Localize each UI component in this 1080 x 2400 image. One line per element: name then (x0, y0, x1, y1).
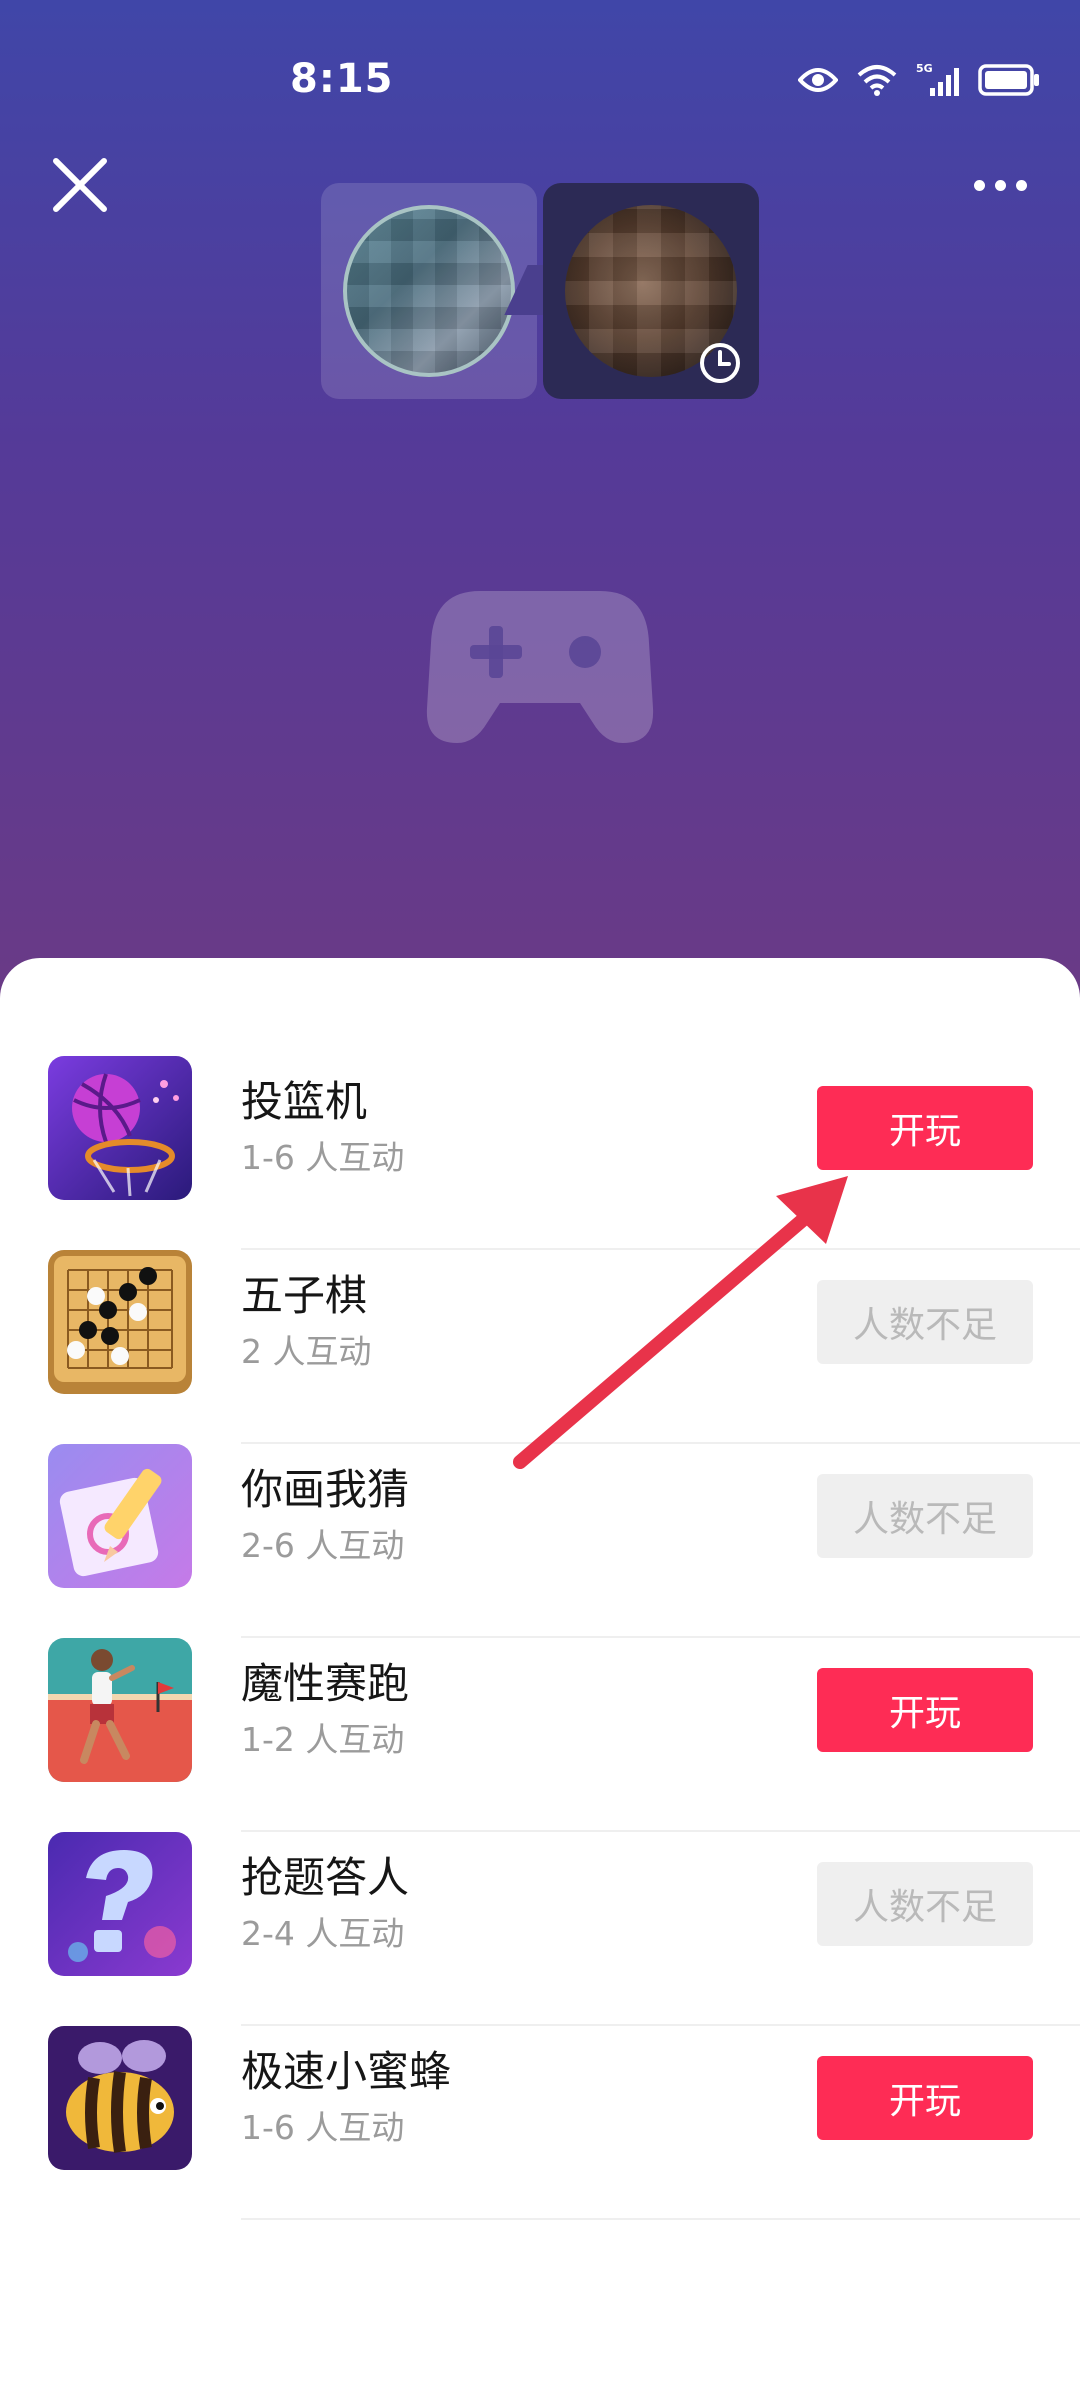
basketball-icon (48, 1056, 192, 1200)
more-button[interactable] (960, 165, 1040, 205)
list-item: 抢题答人 2-4 人互动 人数不足 (0, 1832, 1080, 2026)
battery-icon (978, 64, 1040, 96)
game-players: 1-6 人互动 (241, 2108, 405, 2147)
game-players: 1-6 人互动 (241, 1138, 405, 1177)
more-dot (994, 179, 1006, 191)
participant-avatar-self[interactable] (321, 183, 537, 399)
signal-5g-icon: 5G (916, 62, 960, 98)
gomoku-board-icon (48, 1250, 192, 1394)
list-item: 五子棋 2 人互动 人数不足 (0, 1250, 1080, 1444)
bee-icon (48, 2026, 192, 2170)
more-dot (973, 179, 985, 191)
wifi-icon (856, 63, 898, 97)
play-button[interactable]: 开玩 (817, 2056, 1033, 2140)
pencil-drawing-icon (48, 1444, 192, 1588)
more-dot (1015, 179, 1027, 191)
question-mark-icon (48, 1832, 192, 1976)
list-item: 你画我猜 2-6 人互动 人数不足 (0, 1444, 1080, 1638)
gamepad-icon (425, 583, 655, 748)
insufficient-players-button[interactable]: 人数不足 (817, 1474, 1033, 1558)
close-button[interactable] (50, 155, 110, 215)
game-players: 2 人互动 (241, 1332, 372, 1371)
play-button[interactable]: 开玩 (817, 1086, 1033, 1170)
game-name: 投篮机 (241, 1077, 368, 1126)
clock-icon (697, 340, 743, 386)
game-name: 魔性赛跑 (241, 1659, 410, 1708)
game-name: 抢题答人 (241, 1853, 410, 1902)
game-players: 2-6 人互动 (241, 1526, 405, 1565)
insufficient-players-button[interactable]: 人数不足 (817, 1280, 1033, 1364)
game-list-sheet: 投篮机 1-6 人互动 开玩 五子棋 2 人互动 人数不足 你画我猜 2-6 人… (0, 958, 1080, 2400)
list-item: 极速小蜜蜂 1-6 人互动 开玩 (0, 2026, 1080, 2220)
call-background: 8:15 5G (0, 0, 1080, 1000)
insufficient-players-button[interactable]: 人数不足 (817, 1862, 1033, 1946)
status-time: 8:15 (290, 56, 394, 102)
game-name: 五子棋 (241, 1271, 368, 1320)
game-players: 2-4 人互动 (241, 1914, 405, 1953)
list-item: 投篮机 1-6 人互动 开玩 (0, 1056, 1080, 1250)
game-name: 你画我猜 (241, 1465, 410, 1514)
avatar (343, 205, 515, 377)
runner-icon (48, 1638, 192, 1782)
game-name: 极速小蜜蜂 (241, 2047, 452, 2096)
game-players: 1-2 人互动 (241, 1720, 405, 1759)
status-icons: 5G (798, 58, 1040, 102)
play-button[interactable]: 开玩 (817, 1668, 1033, 1752)
close-icon (53, 158, 107, 212)
list-item: 魔性赛跑 1-2 人互动 开玩 (0, 1638, 1080, 1832)
status-bar: 8:15 5G (0, 40, 1080, 120)
divider (241, 2218, 1080, 2220)
eye-icon (798, 66, 838, 94)
network-label: 5G (916, 62, 933, 75)
